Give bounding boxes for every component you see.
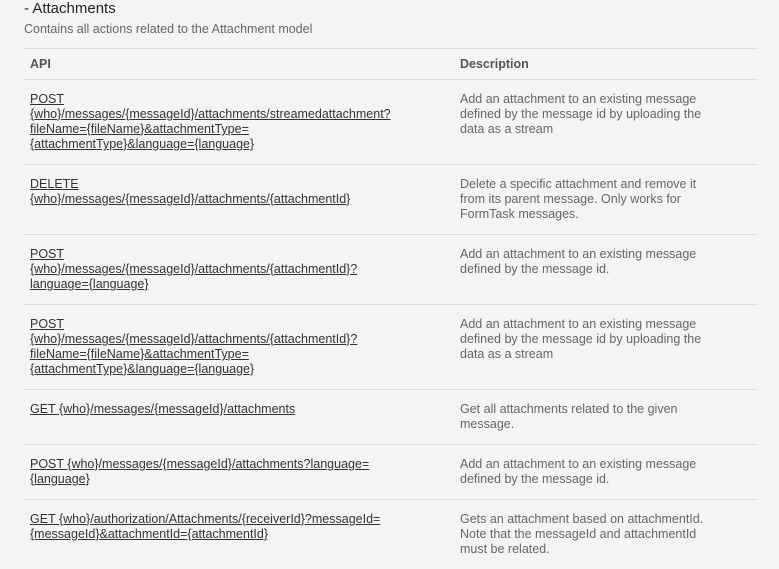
- table-header-row: API Description: [24, 48, 758, 80]
- api-endpoint-link[interactable]: POST {who}/messages/{messageId}/attachmen…: [30, 317, 448, 377]
- description-line: Add an attachment to an existing message: [460, 92, 697, 106]
- description-cell: Add an attachment to an existing message…: [454, 79, 758, 165]
- api-cell: GET {who}/authorization/Attachments/{rec…: [24, 499, 454, 569]
- description-line: must be related.: [460, 542, 550, 556]
- description-cell: Add an attachment to an existing message…: [454, 234, 758, 305]
- description-line: Gets an attachment based on attachmentId…: [460, 512, 704, 526]
- api-cell: GET {who}/messages/{messageId}/attachmen…: [24, 389, 454, 445]
- api-endpoint-line: POST: [30, 247, 65, 261]
- api-endpoint-link[interactable]: GET {who}/messages/{messageId}/attachmen…: [30, 402, 448, 417]
- api-docs-page: - Attachments Contains all actions relat…: [0, 0, 779, 569]
- api-table: API Description POST {who}/messages/{mess…: [24, 48, 758, 569]
- api-endpoint-line: language={language}: [30, 277, 149, 291]
- description-line: defined by the message id by uploading t…: [460, 332, 702, 346]
- description-line: Add an attachment to an existing message: [460, 247, 697, 261]
- description-line: defined by the message id.: [460, 262, 610, 276]
- api-table-body: POST {who}/messages/{messageId}/attachmen…: [24, 79, 758, 569]
- description-line: Note that the messageId and attachmentId: [460, 527, 697, 541]
- description-line: Add an attachment to an existing message: [460, 317, 697, 331]
- api-cell: POST {who}/messages/{messageId}/attachmen…: [24, 234, 454, 305]
- api-cell: DELETE {who}/messages/{messageId}/attachm…: [24, 164, 454, 235]
- api-endpoint-line: {messageId}&attachmentId={attachmentId}: [30, 527, 269, 541]
- table-row: DELETE {who}/messages/{messageId}/attachm…: [24, 164, 758, 235]
- api-endpoint-line: {language}: [30, 472, 90, 486]
- column-header-description: Description: [454, 48, 758, 80]
- api-endpoint-line: POST: [30, 317, 65, 331]
- description-line: defined by the message id.: [460, 472, 610, 486]
- api-endpoint-line: {who}/messages/{messageId}/attachments/s…: [30, 107, 391, 121]
- table-row: POST {who}/messages/{messageId}/attachmen…: [24, 79, 758, 165]
- api-endpoint-line: GET {who}/messages/{messageId}/attachmen…: [30, 402, 296, 416]
- table-row: POST {who}/messages/{messageId}/attachmen…: [24, 234, 758, 305]
- description-line: data as a stream: [460, 122, 554, 136]
- description-cell: Add an attachment to an existing message…: [454, 444, 758, 500]
- api-endpoint-line: POST {who}/messages/{messageId}/attachme…: [30, 457, 370, 471]
- api-endpoint-line: fileName={fileName}&attachmentType=: [30, 347, 249, 361]
- api-endpoint-line: {who}/messages/{messageId}/attachments/{…: [30, 262, 358, 276]
- api-endpoint-link[interactable]: GET {who}/authorization/Attachments/{rec…: [30, 512, 448, 542]
- api-endpoint-line: {who}/messages/{messageId}/attachments/{…: [30, 332, 358, 346]
- description-line: Add an attachment to an existing message: [460, 457, 697, 471]
- api-endpoint-line: {who}/messages/{messageId}/attachments/{…: [30, 192, 351, 206]
- api-endpoint-link[interactable]: POST {who}/messages/{messageId}/attachme…: [30, 457, 448, 487]
- api-cell: POST {who}/messages/{messageId}/attachmen…: [24, 79, 454, 165]
- table-row: GET {who}/messages/{messageId}/attachmen…: [24, 389, 758, 445]
- description-line: Get all attachments related to the given: [460, 402, 678, 416]
- api-endpoint-line: DELETE: [30, 177, 79, 191]
- table-row: GET {who}/authorization/Attachments/{rec…: [24, 499, 758, 569]
- description-line: from its parent message. Only works for: [460, 192, 681, 206]
- description-cell: Add an attachment to an existing message…: [454, 304, 758, 390]
- api-cell: POST {who}/messages/{messageId}/attachmen…: [24, 304, 454, 390]
- description-cell: Gets an attachment based on attachmentId…: [454, 499, 758, 569]
- description-cell: Get all attachments related to the given…: [454, 389, 758, 445]
- description-line: defined by the message id by uploading t…: [460, 107, 702, 121]
- description-cell: Delete a specific attachment and remove …: [454, 164, 758, 235]
- api-endpoint-link[interactable]: DELETE {who}/messages/{messageId}/attachm…: [30, 177, 448, 207]
- api-endpoint-line: fileName={fileName}&attachmentType=: [30, 122, 249, 136]
- section-description: Contains all actions related to the Atta…: [24, 22, 313, 36]
- table-row: POST {who}/messages/{messageId}/attachme…: [24, 444, 758, 500]
- description-line: message.: [460, 417, 515, 431]
- api-endpoint-line: POST: [30, 92, 65, 106]
- api-endpoint-link[interactable]: POST {who}/messages/{messageId}/attachmen…: [30, 92, 448, 152]
- description-line: Delete a specific attachment and remove …: [460, 177, 697, 191]
- api-endpoint-line: {attachmentType}&language={language}: [30, 137, 255, 151]
- description-line: data as a stream: [460, 347, 554, 361]
- api-cell: POST {who}/messages/{messageId}/attachme…: [24, 444, 454, 500]
- api-endpoint-link[interactable]: POST {who}/messages/{messageId}/attachmen…: [30, 247, 448, 292]
- description-line: FormTask messages.: [460, 207, 579, 221]
- section-title[interactable]: - Attachments: [24, 0, 116, 18]
- api-endpoint-line: GET {who}/authorization/Attachments/{rec…: [30, 512, 381, 526]
- column-header-api: API: [24, 48, 454, 80]
- api-endpoint-line: {attachmentType}&language={language}: [30, 362, 255, 376]
- table-row: POST {who}/messages/{messageId}/attachmen…: [24, 304, 758, 390]
